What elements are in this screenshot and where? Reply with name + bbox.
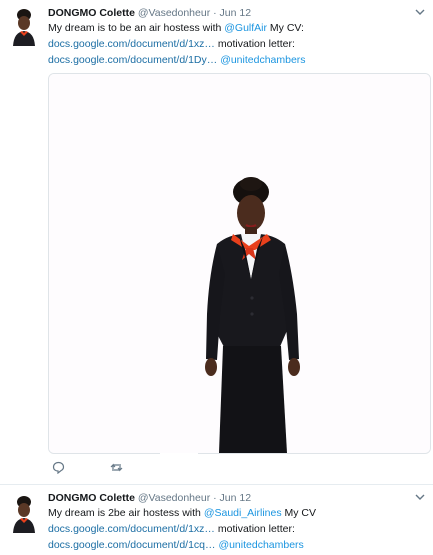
tweet-text-line1-tail: My CV: (267, 22, 304, 34)
reply-icon[interactable] (52, 461, 65, 474)
tweet-text-line2-tail: motivation letter: (214, 38, 295, 50)
mention-link[interactable]: @unitedchambers (218, 539, 303, 551)
mention-link[interactable]: @GulfAir (224, 22, 267, 34)
retweet-icon[interactable] (110, 461, 123, 474)
blank-overlay (160, 453, 198, 483)
avatar[interactable] (8, 493, 40, 533)
motivation-letter-link[interactable]: docs.google.com/document/d/1cq… (48, 539, 216, 551)
author-name[interactable]: DONGMO Colette (48, 7, 135, 19)
mention-link[interactable]: @Saudi_Airlines (204, 507, 282, 519)
mention-link[interactable]: @unitedchambers (220, 54, 305, 66)
tweet-text-line1: My dream is to be an air hostess with (48, 22, 225, 34)
chevron-down-icon[interactable] (414, 491, 426, 503)
motivation-letter-link[interactable]: docs.google.com/document/d/1Dy… (48, 54, 217, 66)
tweet-date[interactable]: Jun 12 (220, 7, 252, 19)
author-handle[interactable]: @Vasedonheur (138, 7, 210, 19)
tweet-header: DONGMO Colette @Vasedonheur · Jun 12 (48, 7, 251, 20)
tweet-photo[interactable] (48, 73, 431, 454)
tweet-header: DONGMO Colette @Vasedonheur · Jun 12 (48, 492, 251, 505)
cv-link[interactable]: docs.google.com/document/d/1xz… (48, 38, 215, 50)
separator: · (213, 7, 217, 19)
tweet-text-line2-tail: motivation letter: (214, 523, 295, 535)
cv-link[interactable]: docs.google.com/document/d/1xz… (48, 523, 215, 535)
author-handle[interactable]: @Vasedonheur (138, 492, 210, 504)
author-name[interactable]: DONGMO Colette (48, 492, 135, 504)
tweet-text: My dream is to be an air hostess with @G… (48, 20, 306, 68)
separator: · (213, 492, 217, 504)
tweet-text-line1: My dream is 2be air hostess with (48, 507, 204, 519)
avatar[interactable] (8, 6, 40, 46)
tweet-text: My dream is 2be air hostess with @Saudi_… (48, 505, 316, 553)
tweet-date[interactable]: Jun 12 (220, 492, 252, 504)
air-hostess-photo (49, 74, 430, 453)
tweet-card[interactable]: DONGMO Colette @Vasedonheur · Jun 12 My … (0, 0, 433, 485)
chevron-down-icon[interactable] (414, 6, 426, 18)
tweet-text-line1-tail: My CV (281, 507, 317, 519)
tweet-card[interactable]: DONGMO Colette @Vasedonheur · Jun 12 My … (0, 485, 433, 555)
